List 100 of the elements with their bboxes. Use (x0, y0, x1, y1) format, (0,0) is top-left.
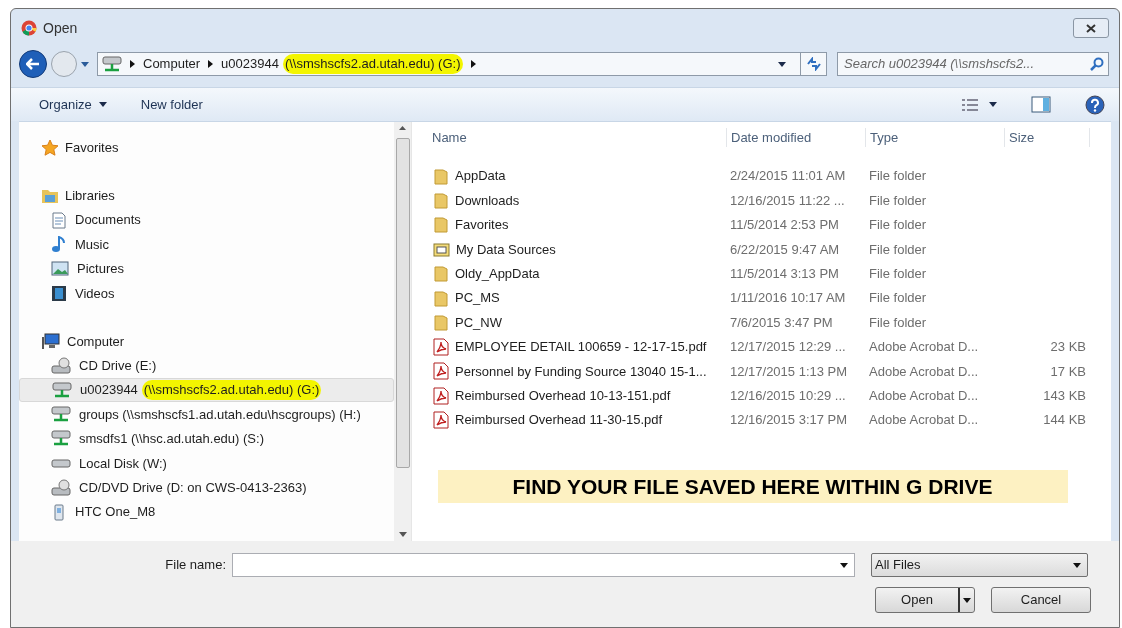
file-type-select[interactable]: All Files (871, 553, 1088, 577)
nav-item[interactable]: groups (\\smshscfs1.ad.utah.edu\hscgroups) (H:) (19, 402, 394, 427)
type-cell-text: File folder (868, 313, 928, 332)
phone-icon (51, 503, 67, 521)
pdf-file-icon (433, 362, 449, 381)
dropdown-caret-icon (1073, 562, 1081, 568)
open-button[interactable]: Open (875, 587, 975, 613)
file-name[interactable]: Personnel by Funding Source 13040 15-1... (455, 361, 707, 382)
file-name[interactable]: Reimbursed Overhead 11-30-15.pdf (455, 410, 663, 430)
nav-item[interactable]: CD Drive (E:) (19, 353, 394, 378)
column-header[interactable]: Name (424, 127, 726, 148)
date-cell-text: 11/5/2014 3:13 PM (729, 265, 840, 283)
size-cell: 23 KB (1050, 339, 1086, 355)
view-options-icon[interactable] (961, 97, 979, 112)
label-text: HTC One_M8 (75, 503, 156, 522)
nav-item[interactable]: u0023944 (\\smshscfs2.ad.utah.edu) (G:) (19, 377, 394, 403)
instruction-banner: FIND YOUR FILE SAVED HERE WITHIN G DRIVE (437, 470, 1068, 504)
refresh-icon[interactable] (805, 57, 822, 71)
size-cell: 17 KB (1050, 363, 1086, 379)
browser-logo-icon (21, 20, 37, 36)
label-text: CD/DVD Drive (D: on CWS-0413-2363) (79, 478, 307, 497)
cd-drive-icon (51, 357, 71, 375)
vertical-scrollbar[interactable] (394, 122, 411, 541)
date-cell-text: 6/22/2015 9:47 AM (729, 240, 841, 259)
nav-group[interactable]: Libraries (19, 184, 394, 208)
data-folder-icon (433, 241, 450, 257)
file-name-label: File name: (164, 556, 227, 575)
label-text: u0023944 (80, 381, 138, 400)
nav-group[interactable]: Favorites (19, 136, 394, 160)
nav-item[interactable]: Pictures (19, 256, 394, 282)
size-cell: 143 KB (1043, 387, 1086, 403)
preview-pane-icon[interactable] (1031, 96, 1051, 113)
column-header[interactable]: Size (1004, 127, 1090, 148)
network-drive-icon (52, 381, 72, 399)
scroll-down-icon (398, 532, 407, 537)
file-name[interactable]: PC_MS (455, 288, 500, 308)
address-bar[interactable]: Computer u0023944 (\\smshscfs2.ad.utah.edu) (G:) (97, 52, 827, 76)
folder-icon (433, 167, 449, 185)
organize-menu[interactable]: Organize (39, 94, 107, 115)
cd-drive-icon (51, 479, 71, 497)
help-icon[interactable] (1085, 94, 1105, 115)
nav-group[interactable]: Computer (19, 329, 394, 354)
nav-item[interactable]: Local Disk (W:) (19, 451, 394, 476)
document-icon (51, 211, 67, 229)
date-cell-text: 11/5/2014 2:53 PM (729, 216, 840, 235)
folder-icon (433, 216, 449, 234)
nav-item[interactable]: CD/DVD Drive (D: on CWS-0413-2363) (19, 475, 394, 500)
search-icon (1090, 57, 1104, 71)
window-title: Open (43, 18, 78, 38)
file-name-field[interactable] (232, 553, 855, 577)
history-caret-icon (81, 61, 89, 67)
type-cell-text: Adobe Acrobat D... (868, 362, 980, 381)
date-cell-text: 12/16/2015 11:22 ... (729, 191, 846, 210)
search-field[interactable]: Search u0023944 (\\smshscfs2... (837, 52, 1109, 76)
type-cell-text: Adobe Acrobat D... (868, 386, 980, 405)
nav-item[interactable]: smsdfs1 (\\hsc.ad.utah.edu) (S:) (19, 426, 394, 452)
file-name[interactable]: EMPLOYEE DETAIL 100659 - 12-17-15.pdf (455, 337, 707, 357)
date-cell-text: 1/11/2016 10:17 AM (729, 289, 847, 308)
pdf-file-icon (433, 411, 449, 430)
scrollbar-thumb[interactable] (395, 138, 410, 468)
library-folder-icon (41, 188, 59, 204)
nav-item[interactable]: HTC One_M8 (19, 499, 394, 525)
date-cell-text: 12/17/2015 12:29 ... (729, 338, 847, 357)
file-name[interactable]: Oldy_AppData (455, 264, 540, 284)
address-caret-icon (778, 61, 786, 67)
type-cell-text: File folder (868, 289, 928, 308)
date-cell-text: 7/6/2015 3:47 PM (729, 313, 834, 332)
dropdown-caret-icon (840, 562, 848, 568)
arrow-left-icon (26, 58, 40, 70)
folder-icon (433, 192, 449, 210)
column-header[interactable]: Type (865, 127, 1004, 148)
caret-icon (98, 102, 107, 107)
chevron-right-icon (130, 60, 135, 68)
label-text: CD Drive (E:) (79, 357, 157, 375)
pdf-file-icon (433, 386, 449, 405)
folder-icon (433, 289, 449, 307)
network-drive-icon (102, 55, 122, 73)
highlighted-text: (\\smshscfs2.ad.utah.edu) (G:) (282, 54, 463, 74)
date-cell-text: 2/24/2015 11:01 AM (729, 167, 847, 186)
picture-icon (51, 261, 69, 277)
network-drive-icon (51, 430, 71, 448)
close-button[interactable] (1073, 18, 1109, 38)
back-button[interactable] (19, 50, 47, 78)
nav-item[interactable]: Videos (19, 281, 394, 306)
type-cell-text: File folder (868, 265, 928, 283)
file-name[interactable]: AppData (455, 166, 506, 186)
file-name[interactable]: PC_NW (455, 312, 502, 333)
split-caret-icon (963, 597, 971, 603)
new-folder-button[interactable]: New folder (140, 94, 203, 115)
file-name[interactable]: Favorites (455, 215, 509, 235)
label-text: Documents (75, 211, 141, 230)
file-name[interactable]: Reimbursed Overhead 10-13-151.pdf (455, 385, 671, 406)
type-cell-text: File folder (868, 240, 928, 259)
nav-item[interactable]: Music (19, 232, 394, 257)
column-header[interactable]: Date modified (726, 127, 865, 148)
file-name[interactable]: My Data Sources (456, 239, 556, 260)
file-name[interactable]: Downloads (455, 190, 520, 211)
music-note-icon (51, 236, 67, 254)
nav-item[interactable]: Documents (19, 208, 394, 233)
cancel-button[interactable]: Cancel (991, 587, 1091, 613)
